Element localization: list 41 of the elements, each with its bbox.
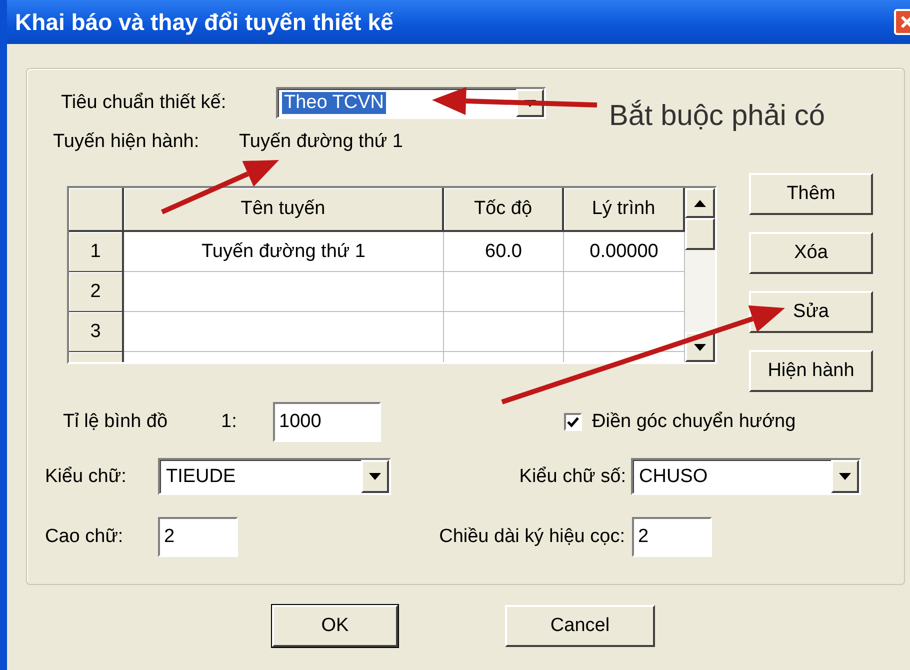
row-number: 3 <box>69 312 124 352</box>
close-icon <box>900 15 910 29</box>
side-button[interactable]: Sửa <box>749 291 873 333</box>
down-arrow-icon <box>694 344 706 350</box>
column-header: Tốc độ <box>444 188 564 232</box>
field-label: Tiêu chuẩn thiết kế: <box>61 92 228 114</box>
field-label: Cao chữ: <box>45 526 124 548</box>
side-button[interactable]: Xóa <box>749 232 873 274</box>
current-route-value: Tuyến đường thứ 1 <box>239 131 403 153</box>
field-label: Tỉ lệ bình đồ <box>63 411 169 433</box>
window-title: Khai báo và thay đổi tuyến thiết kế <box>15 8 394 36</box>
scale-prefix: 1: <box>221 411 238 433</box>
table-cell: Tuyến đường thứ 1 <box>124 232 444 272</box>
down-arrow-icon <box>839 473 851 480</box>
row-number: 2 <box>69 272 124 312</box>
table-cell: 0.00000 <box>564 232 685 272</box>
field-label: Kiểu chữ số: <box>518 466 626 488</box>
ok-button[interactable]: OK <box>272 605 398 647</box>
up-arrow-icon <box>694 200 706 206</box>
side-button[interactable]: Thêm <box>749 173 873 215</box>
font-style-dropdown[interactable]: TIEUDE <box>158 458 391 495</box>
cancel-button[interactable]: Cancel <box>505 605 655 647</box>
table-cell: 60.0 <box>444 232 564 272</box>
scrollbar[interactable] <box>685 188 715 362</box>
number-font-dropdown[interactable]: CHUSO <box>631 458 861 495</box>
text-height-input[interactable]: 2 <box>158 517 238 557</box>
down-arrow-icon <box>369 473 381 480</box>
field-label: Tuyến hiện hành: <box>53 131 200 153</box>
checkbox-label: Điền góc chuyển hướng <box>592 411 796 433</box>
field-label: Kiểu chữ: <box>45 466 128 488</box>
scale-input[interactable]: 1000 <box>273 402 381 442</box>
stake-length-input[interactable]: 2 <box>632 517 712 557</box>
checkbox[interactable] <box>564 413 582 431</box>
annotation-text: Bắt buộc phải có <box>609 100 826 133</box>
side-button[interactable]: Hiện hành <box>749 350 873 392</box>
column-header: Tên tuyến <box>124 188 444 232</box>
scroll-thumb[interactable] <box>685 218 715 250</box>
scroll-up-button[interactable] <box>685 188 715 218</box>
row-number: 1 <box>69 232 124 272</box>
field-label: Chiều dài ký hiệu cọc: <box>438 526 625 548</box>
column-header: Lý trình <box>564 188 685 232</box>
